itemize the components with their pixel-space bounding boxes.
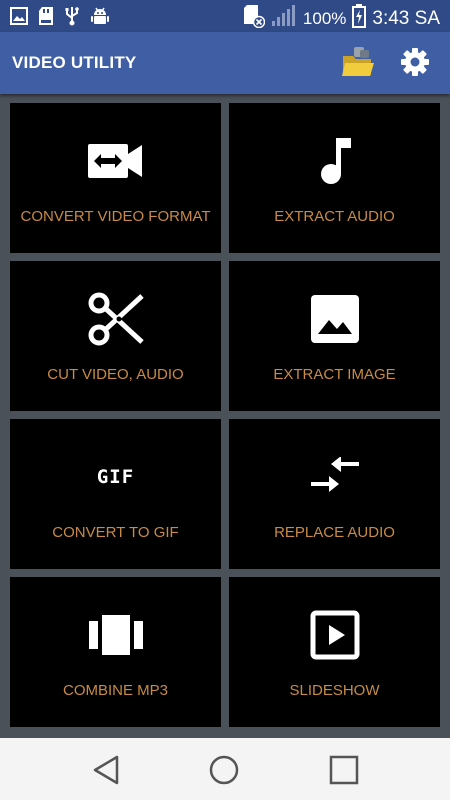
tile-label: CONVERT VIDEO FORMAT: [20, 208, 211, 225]
recents-icon: [329, 755, 359, 785]
tile-replace-audio[interactable]: REPLACE AUDIO: [229, 419, 440, 569]
swap-arrows-icon: [307, 457, 363, 497]
gif-icon: GIF: [97, 466, 134, 488]
carousel-icon: [88, 613, 144, 657]
tile-label: COMBINE MP3: [62, 682, 168, 699]
folder-icon: [342, 47, 374, 76]
tile-label: CUT VIDEO, AUDIO: [47, 366, 184, 383]
tile-extract-audio[interactable]: EXTRACT AUDIO: [229, 103, 440, 253]
status-time: 3:43 SA: [372, 7, 440, 29]
settings-icon: [401, 48, 429, 76]
tile-cut-video-audio[interactable]: CUT VIDEO, AUDIO: [10, 261, 221, 411]
tile-label: CONVERT TO GIF: [52, 524, 179, 541]
android-debug-icon: [90, 6, 110, 31]
tile-label: SLIDESHOW: [289, 682, 380, 699]
sd-card-icon: [38, 6, 54, 31]
image-icon: [10, 7, 28, 30]
image-icon: [310, 294, 360, 344]
home-button[interactable]: [208, 754, 240, 786]
home-icon: [209, 755, 239, 785]
battery-percent: 100%: [302, 8, 347, 28]
tile-label: EXTRACT AUDIO: [274, 208, 395, 225]
folder-button[interactable]: [340, 44, 376, 80]
tile-label: REPLACE AUDIO: [274, 524, 395, 541]
usb-icon: [64, 6, 80, 31]
tile-label: EXTRACT IMAGE: [273, 366, 396, 383]
convert-video-icon: [87, 142, 144, 180]
tile-convert-to-gif[interactable]: GIF CONVERT TO GIF: [10, 419, 221, 569]
feature-grid: CONVERT VIDEO FORMAT EXTRACT AUDIO CUT V…: [10, 103, 440, 727]
settings-button[interactable]: [398, 45, 432, 79]
tile-extract-image[interactable]: EXTRACT IMAGE: [229, 261, 440, 411]
slideshow-icon: [310, 610, 360, 660]
recents-button[interactable]: [328, 754, 360, 786]
status-bar: 100% 3:43 SA: [0, 0, 450, 32]
navigation-bar: [0, 738, 450, 800]
signal-icon: [271, 5, 297, 32]
app-bar: VIDEO UTILITY: [0, 32, 450, 94]
gif-icon-text: GIF: [96, 466, 135, 488]
sim-error-icon: [243, 4, 266, 33]
tile-combine-mp3[interactable]: COMBINE MP3: [10, 577, 221, 727]
tile-slideshow[interactable]: SLIDESHOW: [229, 577, 440, 727]
tile-convert-video-format[interactable]: CONVERT VIDEO FORMAT: [10, 103, 221, 253]
battery-charging-icon: [352, 4, 367, 33]
scissors-icon: [88, 292, 144, 346]
back-icon: [93, 755, 119, 785]
app-title: VIDEO UTILITY: [12, 53, 137, 72]
music-note-icon: [315, 136, 355, 186]
back-button[interactable]: [91, 754, 123, 786]
